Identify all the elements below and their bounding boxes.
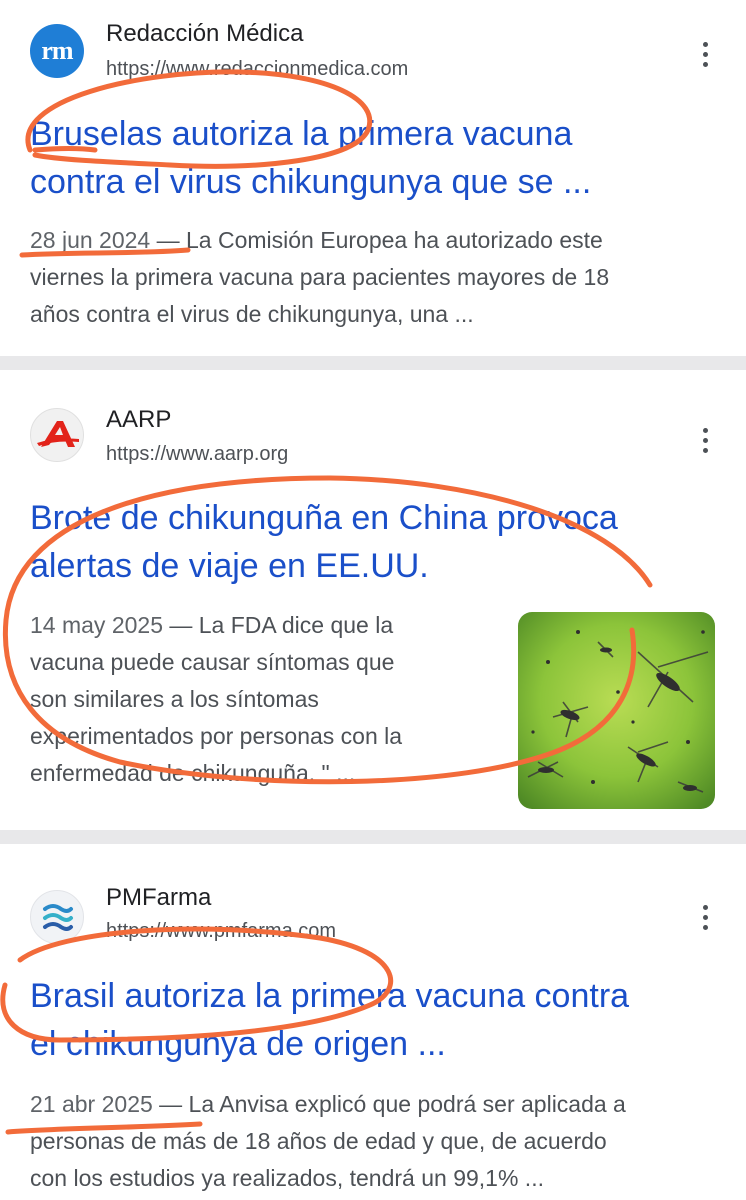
result-separator: [0, 356, 746, 370]
result-thumbnail-mosquitoes[interactable]: [518, 612, 715, 809]
source-name: AARP: [106, 406, 172, 433]
favicon-redaccion-medica-icon: rm: [30, 24, 84, 78]
more-vert-icon[interactable]: [690, 36, 720, 72]
source-url[interactable]: https://www.aarp.org: [106, 443, 288, 466]
source-name: Redacción Médica: [106, 20, 304, 47]
result-snippet: 21 abr 2025 — La Anvisa explicó que podr…: [30, 1091, 626, 1191]
result-card-1[interactable]: rm Redacción Médica https://www.redaccio…: [0, 0, 746, 356]
result-snippet: 14 may 2025 — La FDA dice que la vacuna …: [30, 612, 403, 786]
result-title[interactable]: Brasil autoriza la primera vacuna contra…: [30, 972, 629, 1068]
result-title[interactable]: Brote de chikunguña en China provoca ale…: [30, 494, 618, 590]
result-date: 21 abr 2025: [30, 1091, 153, 1117]
result-separator: [0, 830, 746, 844]
more-vert-icon[interactable]: [690, 899, 720, 935]
favicon-aarp-icon: [30, 408, 84, 462]
more-vert-icon[interactable]: [690, 422, 720, 458]
source-url[interactable]: https://www.redaccionmedica.com: [106, 58, 408, 81]
result-date: 14 may 2025: [30, 612, 163, 638]
source-name: PMFarma: [106, 884, 212, 911]
result-card-3[interactable]: PMFarma https://www.pmfarma.com Brasil a…: [0, 844, 746, 1200]
favicon-pmfarma-icon: [30, 890, 84, 944]
source-url[interactable]: https://www.pmfarma.com: [106, 920, 336, 943]
result-date: 28 jun 2024: [30, 227, 151, 253]
result-title[interactable]: Bruselas autoriza la primera vacuna cont…: [30, 110, 591, 206]
result-snippet: 28 jun 2024 — La Comisión Europea ha aut…: [30, 227, 610, 327]
